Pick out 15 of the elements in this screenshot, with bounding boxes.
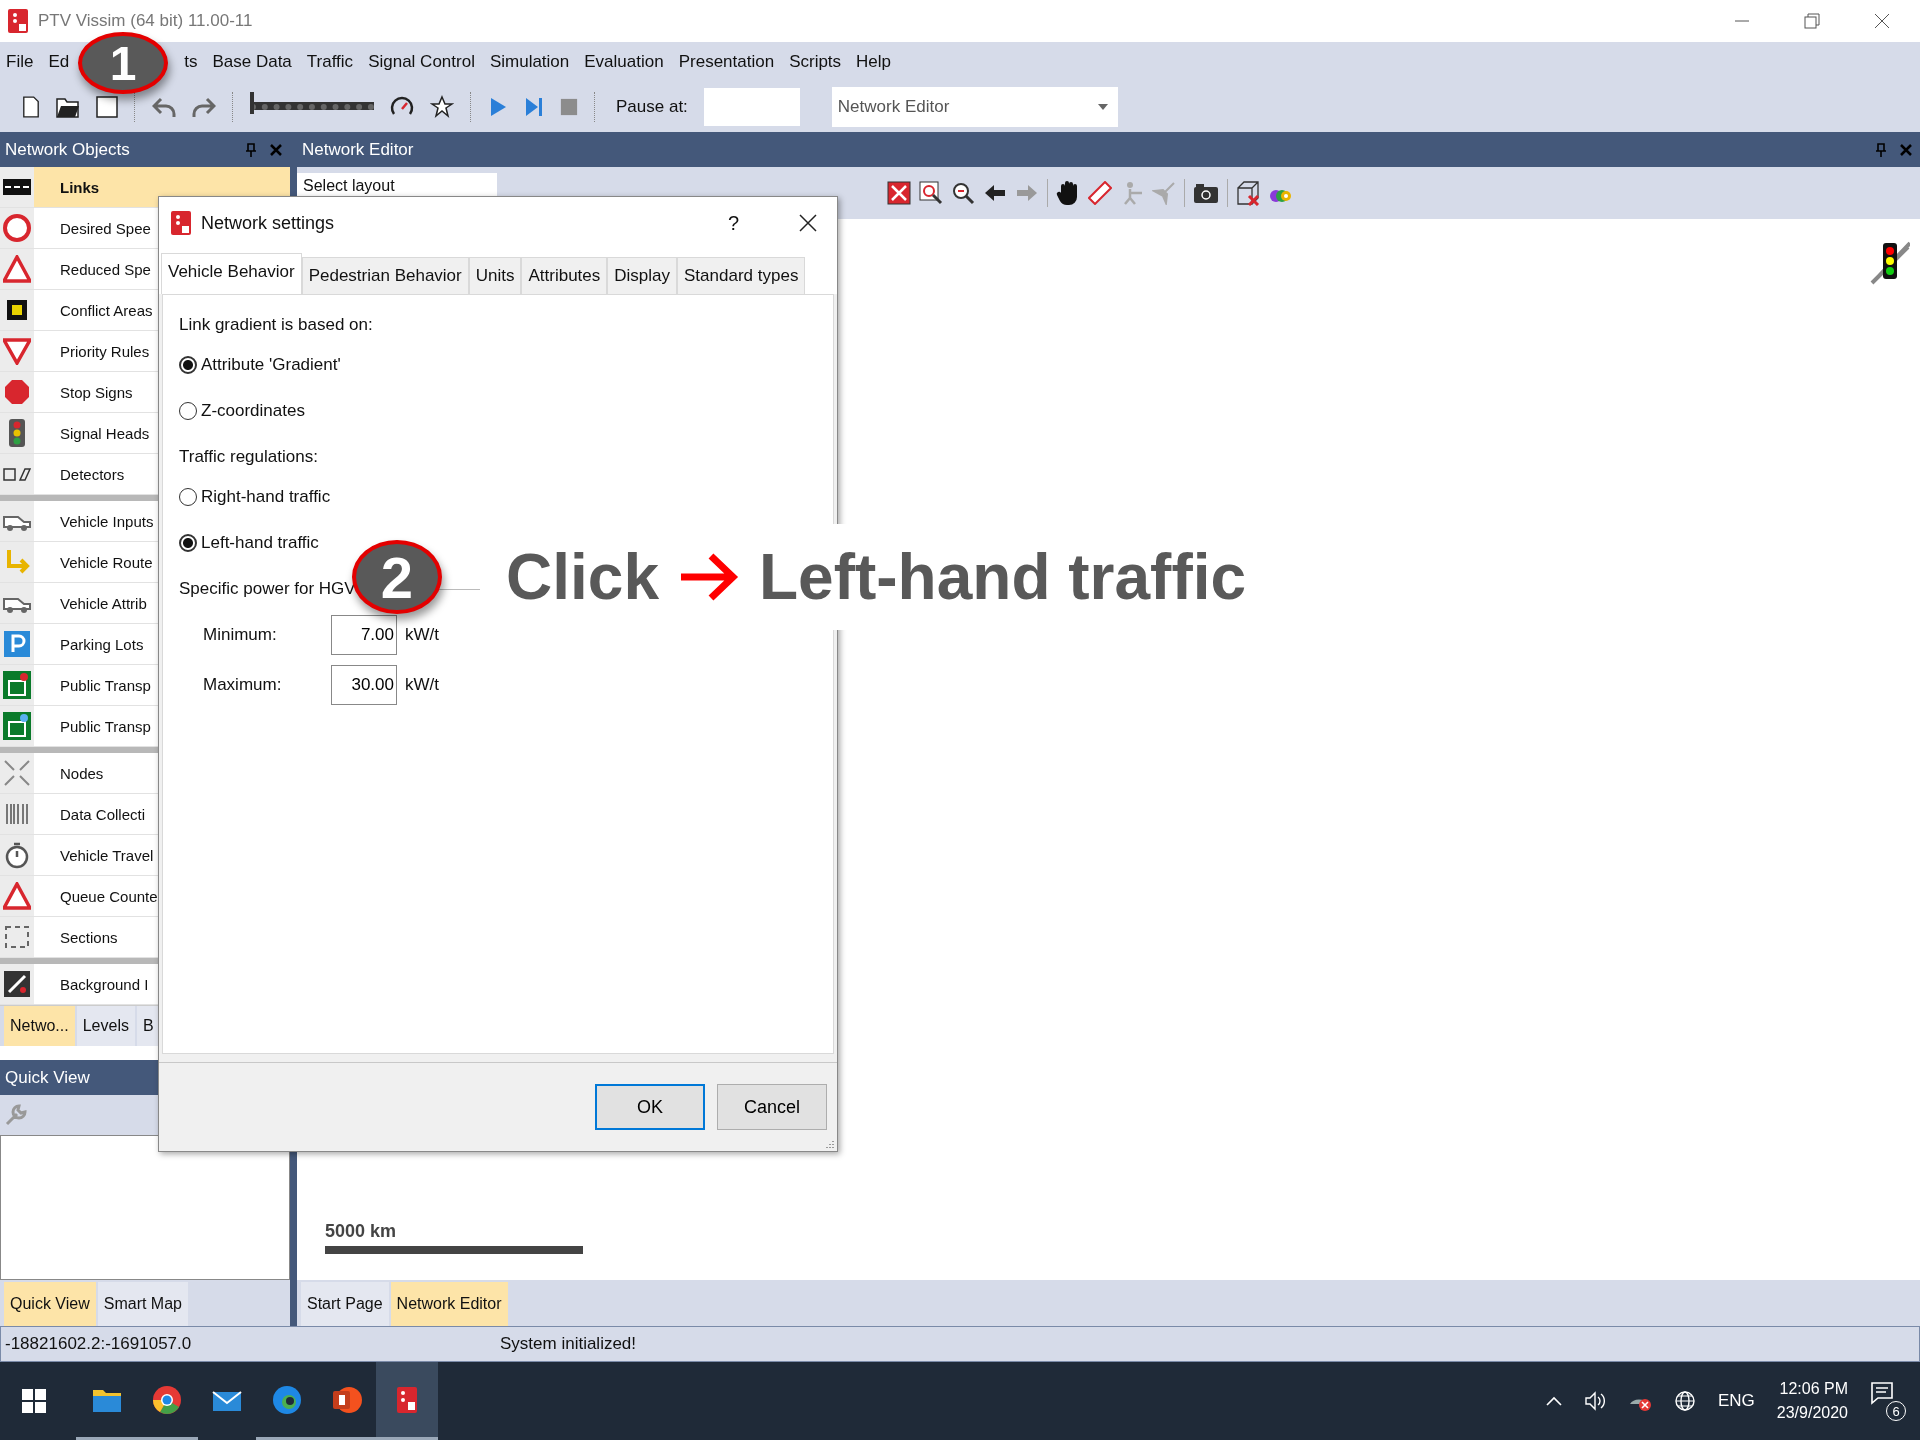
panel-title: Quick View [5, 1067, 91, 1088]
notification-count: 6 [1886, 1401, 1906, 1421]
unit-label: kW/t [405, 625, 439, 645]
coordinates-text: -18821602.2:-1691057.0 [4, 1334, 193, 1354]
scale-label: 5000 km [325, 1221, 398, 1242]
callout-text: Click [506, 540, 659, 614]
status-message: System initialized! [500, 1334, 637, 1354]
panel-title: Network Editor [302, 139, 415, 160]
callout-text: Left-hand traffic [758, 540, 1247, 614]
window-title: PTV Vissim (64 bit) 11.00-11 [38, 11, 253, 31]
field-label: Minimum: [203, 625, 278, 645]
field-label: Maximum: [203, 675, 283, 695]
panel-title: Network Objects [5, 139, 131, 160]
pause-label: Pause at: [616, 97, 688, 117]
unit-label: kW/t [405, 675, 439, 695]
